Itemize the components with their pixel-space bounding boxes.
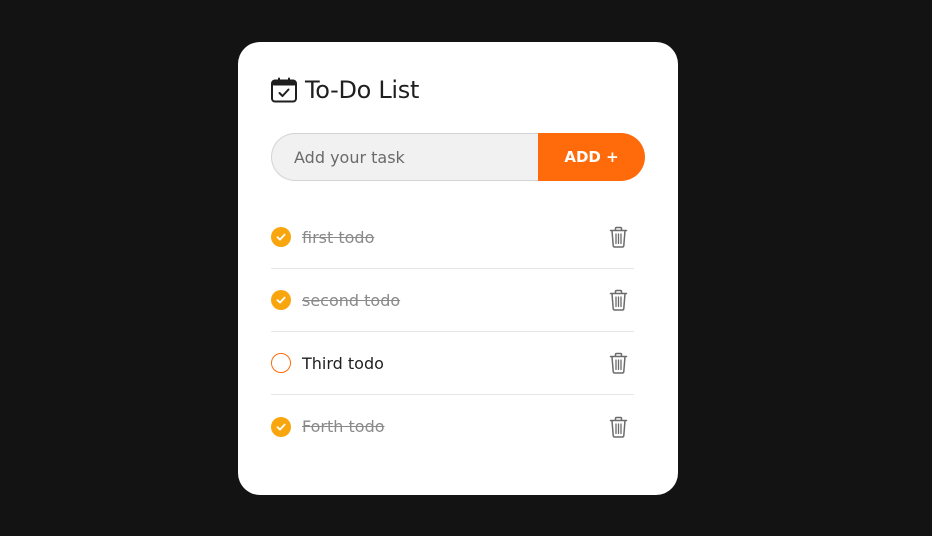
trash-icon[interactable] [609, 416, 628, 438]
todo-checkbox[interactable] [271, 416, 291, 437]
todo-label[interactable]: second todo [302, 291, 400, 310]
trash-icon[interactable] [609, 226, 628, 248]
todo-checkbox[interactable] [271, 290, 291, 310]
todo-label[interactable]: Third todo [302, 354, 384, 373]
title-row: To-Do List [270, 75, 419, 105]
task-input[interactable] [271, 133, 538, 181]
calendar-check-icon [270, 76, 298, 104]
todo-card: To-Do List ADD + first todo second todo … [238, 42, 678, 495]
todo-item: Third todo [271, 332, 634, 395]
todo-list: first todo second todo Third todo Forth … [271, 206, 634, 458]
todo-item: second todo [271, 269, 634, 332]
todo-item: first todo [271, 206, 634, 269]
page-title: To-Do List [305, 76, 420, 104]
todo-label[interactable]: first todo [302, 228, 374, 247]
add-task-row: ADD + [271, 133, 645, 181]
trash-icon[interactable] [609, 352, 628, 374]
todo-checkbox[interactable] [271, 353, 291, 373]
todo-item: Forth todo [271, 395, 634, 458]
add-button[interactable]: ADD + [538, 133, 645, 181]
todo-label[interactable]: Forth todo [302, 417, 385, 436]
todo-checkbox[interactable] [271, 227, 291, 247]
trash-icon[interactable] [609, 289, 628, 311]
